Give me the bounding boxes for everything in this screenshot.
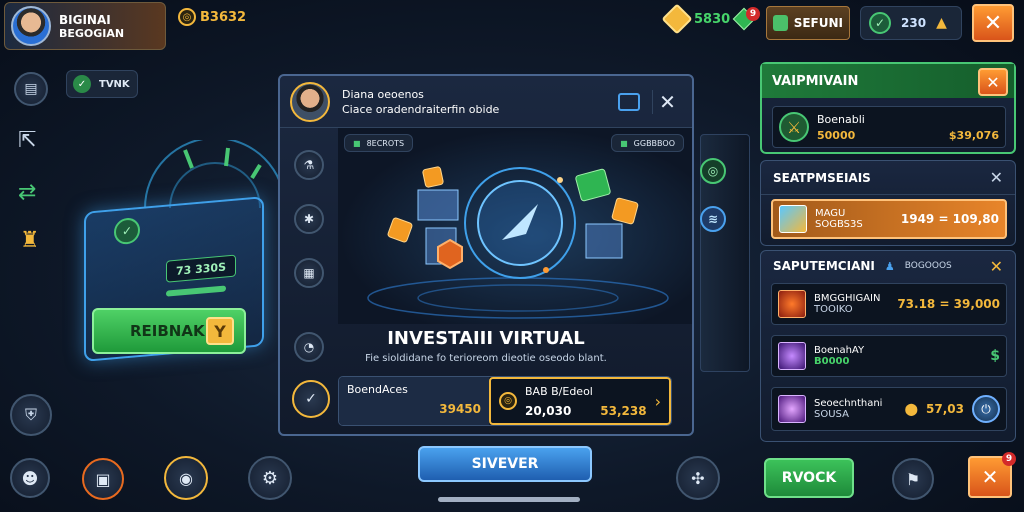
bottom-tools-button[interactable]: ✣: [676, 456, 720, 500]
modal-header: Diana oeoenos Ciace oradendraiterfin obi…: [280, 76, 692, 128]
notification-badge: 9: [746, 7, 760, 21]
user-icon: ☻: [21, 468, 39, 488]
section3-tag-icon: ♟: [884, 259, 895, 273]
guild-button[interactable]: ⛨: [10, 394, 52, 436]
avatar[interactable]: [11, 6, 51, 46]
close-icon: ✕: [986, 72, 1000, 92]
fire-icon: ▲: [936, 15, 947, 31]
rail-flask-button[interactable]: ⚗: [294, 150, 324, 180]
info-left: BoendAces 39450: [339, 377, 489, 425]
section1-title: VAIPMIVAIN: [772, 73, 859, 89]
coin-icon: ◎: [178, 8, 196, 26]
shield-check-icon: ✓: [305, 391, 317, 407]
investment-modal: Diana oeoenos Ciace oradendraiterfin obi…: [278, 74, 694, 436]
bottom-target-button[interactable]: ◉: [164, 456, 208, 500]
right-section-2: SEATPMSEIAIS ✕ MAGU SOGBS3S 1949 = 109,8…: [760, 160, 1016, 246]
modal-heading: INVESTAIII VIRTUAL: [387, 328, 585, 349]
section3-close-icon[interactable]: ✕: [990, 257, 1003, 276]
settings-icon: ✱: [303, 212, 315, 226]
gem-counter: 5830: [661, 3, 756, 35]
section2-item[interactable]: MAGU SOGBS3S 1949 = 109,80: [771, 199, 1007, 239]
tools-icon: ✣: [691, 468, 705, 488]
rail-gear-button[interactable]: ✱: [294, 204, 324, 234]
bottom-inventory-button[interactable]: ▣: [82, 458, 124, 500]
bottom-settings-button[interactable]: ⚙: [248, 456, 292, 500]
modal-info-row: BoendAces 39450 ◎ BAB B/Edeol 20,030 53,…: [338, 376, 672, 426]
rock-button[interactable]: RVOCK: [764, 458, 854, 498]
coin-counter: ◎ B3632: [178, 8, 246, 26]
signal-icon[interactable]: ≋: [700, 206, 726, 232]
section3-item-3[interactable]: Seoechnthani SOUSA ⬤ 57,03 ⏻: [771, 387, 1007, 431]
progress-track: [438, 497, 580, 502]
wifi-icon[interactable]: ◎: [700, 158, 726, 184]
power-button[interactable]: ⏻: [972, 395, 1000, 423]
status-icon: ✓: [73, 75, 91, 93]
section3-tag: BOGOOOS: [904, 261, 952, 271]
section3-title: SAPUTEMCIANI: [773, 259, 875, 273]
shop-button[interactable]: SEFUNI: [766, 6, 850, 40]
player-title: BEGOGIAN: [59, 26, 125, 40]
rail-grid-button[interactable]: ▦: [294, 258, 324, 288]
modal-scene: ■ 8ECROTS ■ GGBBBOO: [338, 128, 692, 324]
gear-icon: ⚙: [261, 467, 279, 489]
storm-icon: [778, 395, 806, 423]
section1-close-button[interactable]: ✕: [978, 68, 1008, 96]
card-value-box: 73 330S: [166, 254, 236, 283]
modal-subtitle: Ciace oradendraiterfin obide: [342, 102, 500, 116]
guild-icon: ⛨: [24, 405, 37, 424]
grid-icon: ▦: [303, 266, 315, 280]
export-icon[interactable]: ⇱: [18, 128, 36, 153]
chart-icon-button[interactable]: ▤: [14, 72, 48, 106]
modal-description: Fie sioldidane fo terioreom dieotie oseo…: [365, 353, 607, 364]
sword-icon: ⚔: [779, 112, 809, 142]
modal-close-icon[interactable]: ✕: [652, 89, 682, 114]
bottom-boots-button[interactable]: ⚑: [892, 458, 934, 500]
chart-icon: ▤: [24, 81, 38, 97]
player-name: BIGINAI: [59, 12, 111, 27]
flask-icon: ⚗: [303, 158, 315, 172]
rail-shield-button[interactable]: ✓: [292, 380, 330, 418]
info-right[interactable]: ◎ BAB B/Edeol 20,030 53,238 ›: [489, 377, 671, 425]
shield-counter[interactable]: ✓ 230 ▲: [860, 6, 962, 40]
cash-icon: $: [990, 348, 1000, 364]
coin-icon: ◎: [499, 392, 517, 410]
right-section-3: SAPUTEMCIANI ♟ BOGOOOS ✕ BMGGHIGAIN TOOI…: [760, 250, 1016, 442]
trophy-icon[interactable]: ♜: [20, 228, 40, 253]
boots-icon: ⚑: [905, 469, 921, 489]
close-button[interactable]: ✕: [972, 4, 1014, 42]
chevron-right-icon: ›: [654, 391, 661, 411]
section2-close-icon[interactable]: ✕: [990, 168, 1003, 187]
status-chip: ✓ TVNK: [66, 70, 138, 98]
section2-title: SEATPMSEIAIS: [773, 170, 871, 185]
confirm-button[interactable]: SIVEVER: [418, 446, 592, 482]
fire-rune-icon: [778, 290, 806, 318]
gem-icon: [661, 3, 693, 35]
bottom-profile-button[interactable]: ☻: [10, 458, 50, 498]
right-section-1: VAIPMIVAIN ✕ ⚔ Boenabli 50000 $39,076: [760, 62, 1016, 154]
shield-icon: ✓: [869, 12, 891, 34]
compass-hologram: [367, 166, 669, 319]
section3-item-1[interactable]: BMGGHIGAIN TOOIKO 73.18 = 39,000: [771, 283, 1007, 325]
card-bar: [166, 285, 226, 297]
profile-card[interactable]: BIGINAI BEGOGIAN: [4, 2, 166, 50]
location-pin-icon: ⬤: [904, 402, 919, 416]
coin-y-icon: Y: [206, 317, 234, 345]
shop-icon: [773, 15, 788, 31]
modal-avatar: [290, 81, 330, 122]
crossed-swords-icon: ✕: [981, 465, 999, 489]
redeem-button[interactable]: REIBNAK Y: [92, 308, 246, 354]
target-icon: ◉: [179, 468, 193, 488]
gem-crystal-icon: [779, 205, 807, 233]
modal-title: Diana oeoenos: [342, 87, 424, 101]
box-icon: ▣: [95, 469, 111, 489]
close-icon: ✕: [983, 10, 1003, 36]
transfer-icon[interactable]: ⇄: [18, 180, 36, 205]
card-badge-icon: ✓: [114, 216, 140, 246]
section3-item-2[interactable]: BoenahAY B0000 $: [771, 335, 1007, 377]
chat-icon[interactable]: [618, 92, 640, 111]
vortex-icon: [778, 342, 806, 370]
section1-item[interactable]: ⚔ Boenabli 50000 $39,076: [772, 106, 1006, 148]
bottom-notification-badge: 9: [1002, 452, 1016, 466]
